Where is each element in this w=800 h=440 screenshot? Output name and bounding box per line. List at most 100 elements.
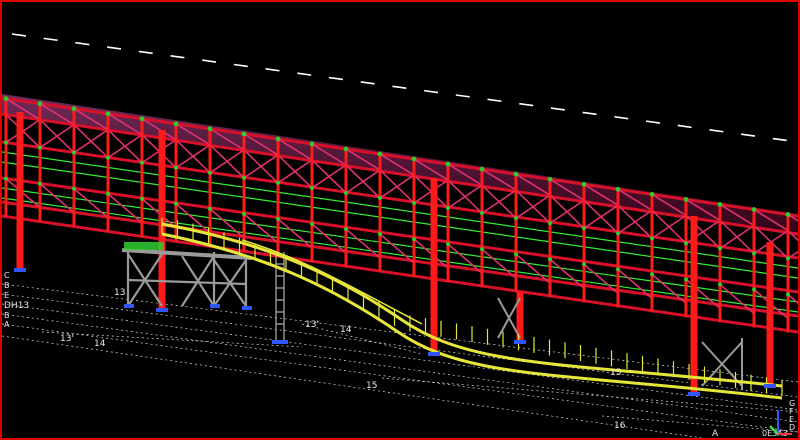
grid-label-left-a: A [4, 320, 10, 329]
truss-diagonal [481, 189, 517, 214]
grid-label-left-e: E [4, 291, 10, 300]
grey-support-bent [121, 248, 253, 308]
connection-node [684, 241, 688, 246]
connection-node [718, 282, 722, 287]
connection-node [752, 251, 756, 256]
connection-node [3, 96, 9, 101]
connection-node [208, 206, 212, 211]
connection-node [4, 140, 8, 145]
truss-diagonal [651, 214, 687, 240]
grid-label-left-c: C [4, 271, 10, 280]
connection-node [581, 181, 587, 187]
connection-node [276, 216, 280, 221]
connection-node [717, 202, 723, 207]
connection-node [650, 236, 654, 241]
truss-diagonal [719, 224, 755, 250]
connection-node [174, 165, 178, 170]
connection-node [309, 141, 315, 147]
connection-node [378, 232, 382, 237]
connection-node [105, 111, 111, 117]
grid-label-15: 15 [366, 381, 378, 391]
connection-node [140, 196, 144, 201]
connection-node [242, 175, 246, 180]
truss-diagonal [209, 149, 245, 174]
connection-node [514, 252, 518, 257]
connection-node [276, 180, 280, 185]
connection-node [72, 186, 76, 191]
connection-node [513, 171, 519, 177]
connection-node [446, 206, 450, 211]
grid-label-dh13: DH13 [4, 301, 30, 311]
connection-node [751, 207, 757, 212]
connection-node [514, 216, 518, 221]
connection-node [275, 136, 281, 142]
connection-node [207, 126, 213, 132]
connection-node [582, 226, 586, 231]
connection-node [38, 181, 42, 186]
connection-node [310, 185, 314, 190]
connection-node [241, 131, 247, 137]
truss-diagonal [311, 164, 347, 189]
connection-node [718, 246, 722, 251]
truss-diagonal [39, 124, 75, 149]
truss-diagonal [515, 194, 551, 219]
connection-node [378, 196, 382, 201]
connection-node [752, 287, 756, 292]
connection-node [173, 121, 179, 127]
connection-node [4, 176, 8, 181]
connection-node [139, 116, 145, 122]
connection-node [445, 161, 451, 167]
landing-platform [124, 242, 164, 250]
ground-gridlines [2, 283, 798, 438]
connection-node [683, 196, 689, 202]
connection-node [649, 191, 655, 197]
connection-node [548, 221, 552, 226]
connection-node [71, 106, 77, 112]
truss-diagonal [107, 134, 143, 159]
truss-diagonal [549, 199, 585, 224]
connection-node [480, 211, 484, 216]
connection-node [650, 272, 654, 277]
connection-node [106, 155, 110, 160]
connection-node [343, 146, 349, 152]
connection-node [785, 212, 791, 217]
truss-diagonal [345, 169, 381, 194]
connection-node [786, 256, 790, 261]
truss-diagonal [379, 174, 415, 199]
grid-label-14-mid: 14 [340, 325, 352, 335]
connection-node [412, 237, 416, 242]
connection-node [479, 166, 485, 172]
model-viewport[interactable]: C B E DH13 B A 13 13' 14 13' 14 15 15 16… [0, 0, 800, 440]
connection-node [411, 156, 417, 162]
truss-model-canvas[interactable] [2, 2, 798, 438]
connection-node [547, 176, 553, 182]
connection-node [582, 262, 586, 267]
connection-node [242, 211, 246, 216]
connection-node [615, 186, 621, 192]
connection-node [344, 190, 348, 195]
connection-node [106, 191, 110, 196]
connection-node [140, 160, 144, 165]
grid-label-14-low: 14 [94, 339, 106, 349]
connection-node [72, 150, 76, 155]
connection-node [174, 201, 178, 206]
connection-node [684, 277, 688, 282]
grid-label-16: 16 [614, 421, 626, 431]
connection-node [548, 257, 552, 262]
grid-label-13-prime-mid: 13' [305, 320, 319, 330]
connection-node [377, 151, 383, 157]
connection-node [786, 292, 790, 297]
truss-diagonal [719, 283, 755, 315]
grid-label-left-b: B [4, 281, 10, 290]
connection-node [310, 221, 314, 226]
grid-label-13-prime-low: 13' [60, 334, 74, 344]
connection-node [480, 247, 484, 252]
ucs-axis-icon [769, 410, 792, 435]
connection-node [616, 231, 620, 236]
truss-diagonal [583, 204, 619, 229]
connection-node [616, 267, 620, 272]
truss-diagonal [243, 154, 279, 179]
truss-diagonal [651, 273, 687, 305]
truss-diagonal [175, 144, 211, 169]
grid-label-left-b2: B [4, 311, 10, 320]
